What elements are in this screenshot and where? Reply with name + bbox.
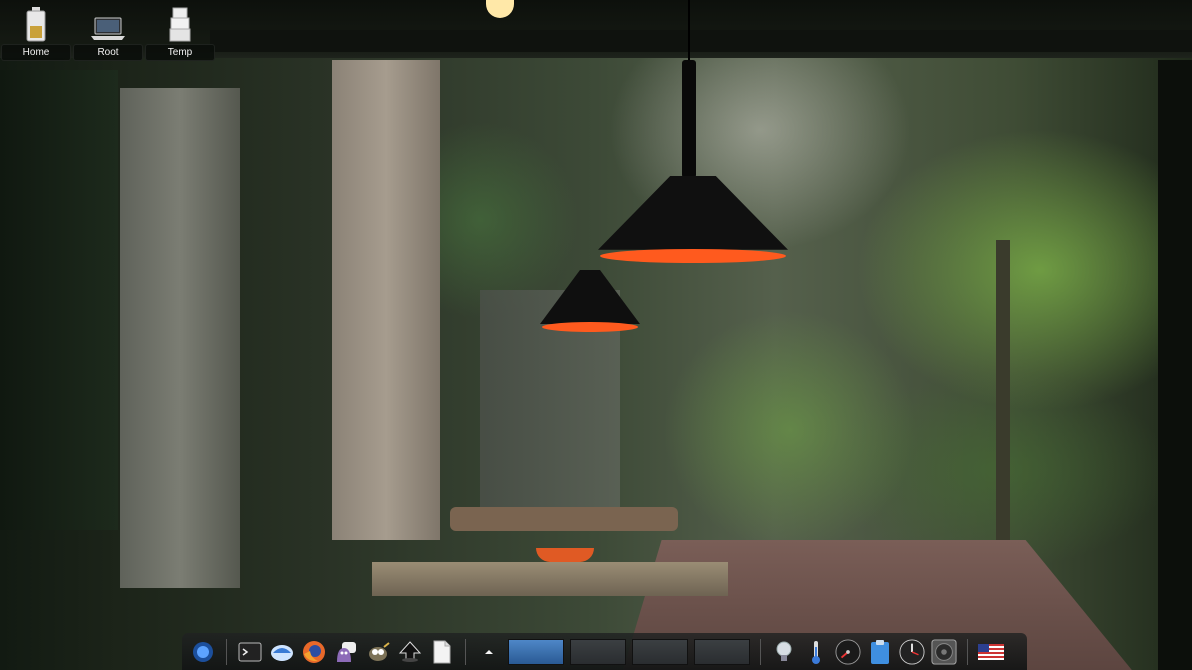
laptop-icon (88, 0, 128, 42)
wallpaper-tree-trunk (996, 240, 1010, 570)
panel-separator (226, 638, 227, 665)
box-stack-icon (160, 0, 200, 42)
wallpaper-lamp-stem (682, 60, 696, 178)
inkscape-icon[interactable] (397, 638, 423, 666)
bottom-panel (182, 633, 1027, 670)
desktop-icon-bar: Home Root Temp (0, 0, 215, 62)
workspace-1[interactable] (508, 638, 564, 665)
wallpaper-back-table (450, 507, 678, 531)
gimp-icon[interactable] (365, 638, 391, 666)
workspace-4[interactable] (694, 638, 750, 665)
clipboard-icon[interactable] (867, 638, 893, 666)
desktop-icon-label: Temp (145, 44, 215, 61)
wallpaper-center-pillar (332, 60, 440, 540)
panel-separator (465, 638, 466, 665)
speaker-icon[interactable] (931, 638, 957, 666)
panel-separator (760, 638, 761, 665)
speedometer-icon[interactable] (835, 638, 861, 666)
lightbulb-icon[interactable] (771, 638, 797, 666)
wallpaper-front-table (372, 562, 728, 596)
desktop-icon-label: Home (1, 44, 71, 61)
up-arrow-icon[interactable] (476, 638, 502, 666)
workspace-2[interactable] (570, 638, 626, 665)
desktop-icon-temp[interactable]: Temp (145, 0, 215, 62)
battery-icon (16, 0, 56, 42)
desktop-icon-home[interactable]: Home (1, 0, 71, 62)
panel-separator (967, 638, 968, 665)
wallpaper-bowl (536, 548, 594, 562)
bird-mail-icon[interactable] (269, 638, 295, 666)
workspace-3[interactable] (632, 638, 688, 665)
thermometer-icon[interactable] (803, 638, 829, 666)
wallpaper-roof-beam (210, 30, 1192, 52)
wallpaper-right-post (1158, 60, 1192, 670)
wallpaper-lamp-wire (688, 0, 690, 60)
firefox-icon[interactable] (301, 638, 327, 666)
clock-icon[interactable] (899, 638, 925, 666)
wallpaper-left-pillar (120, 88, 240, 588)
text-editor-icon[interactable] (429, 638, 455, 666)
desktop-icon-root[interactable]: Root (73, 0, 143, 62)
us-flag-icon[interactable] (978, 638, 1004, 666)
pidgin-chat-icon[interactable] (333, 638, 359, 666)
desktop-wallpaper (0, 0, 1192, 670)
desktop-icon-label: Root (73, 44, 143, 61)
wallpaper-lamp-glow (600, 249, 786, 263)
wallpaper-second-lamp-glow (542, 322, 638, 332)
terminal-icon[interactable] (237, 638, 263, 666)
wallpaper-hedge (0, 70, 118, 530)
thunderbird-app-icon[interactable] (190, 638, 216, 666)
